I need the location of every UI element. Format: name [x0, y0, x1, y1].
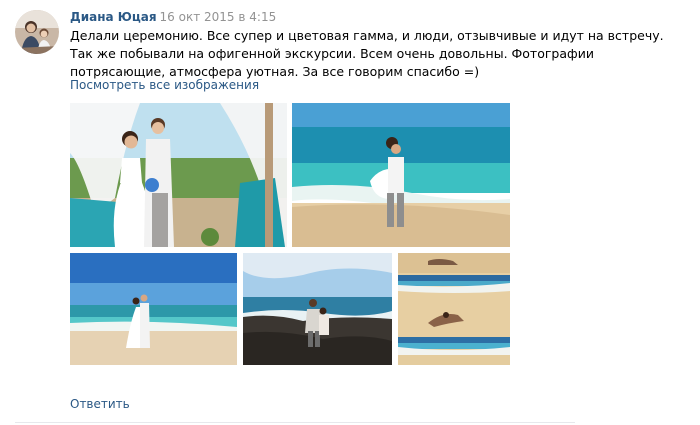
photo-ceremony-arch[interactable] [70, 103, 287, 247]
comment-header: Диана Юцая 16 окт 2015 в 4:15 [70, 10, 276, 24]
photo-beach-couple-walk[interactable] [70, 253, 237, 365]
divider [15, 422, 575, 423]
avatar[interactable] [15, 10, 59, 54]
comment-date[interactable]: 16 окт 2015 в 4:15 [160, 10, 277, 24]
see-all-images-link[interactable]: Посмотреть все изображения [70, 78, 259, 92]
author-name[interactable]: Диана Юцая [70, 10, 157, 24]
reply-link[interactable]: Ответить [70, 397, 130, 411]
photo-beach-couple-lying[interactable] [398, 253, 510, 365]
comment: Диана Юцая 16 окт 2015 в 4:15 Делали цере… [0, 0, 700, 425]
photo-rocky-shore-couple[interactable] [243, 253, 392, 365]
photo-beach-couple-lift[interactable] [292, 103, 510, 247]
comment-text: Делали церемонию. Все супер и цветовая г… [70, 28, 664, 79]
